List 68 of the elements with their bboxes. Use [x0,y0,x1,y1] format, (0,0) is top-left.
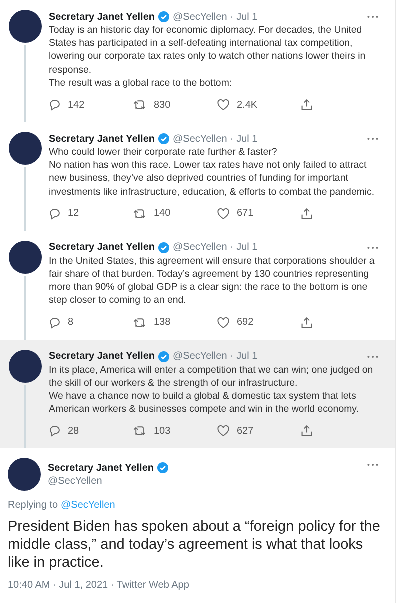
like-count: 671 [237,208,254,220]
tweet-date[interactable]: Jul 1 [236,351,258,362]
share-icon[interactable] [301,99,313,112]
tweet-text: Who could lower their corporate rate further & faster? [49,146,278,160]
author-name[interactable]: Secretary Janet Yellen [48,462,154,474]
separator-dot: · [230,134,234,145]
share-icon[interactable] [301,316,313,329]
heart-icon[interactable] [217,99,230,112]
separator-dot: · [230,242,234,254]
replying-to-link[interactable]: @SecYellen [61,500,116,512]
tweet-text: We have a chance now to build a global & domestic tax system that lets American workers & businesses compete and win in the world economy. [49,390,360,416]
more-options-icon[interactable] [367,246,379,250]
tweet-text: In the United States, this agreement will ensure that corporations shoulder a fair share of that burden. Today’s agreement by 130 countries representing more than 90% of global GDP is a clear sign: the race to the bottom is one step closer to coming to an end. [49,254,376,308]
reply-icon[interactable] [49,316,61,329]
retweet-icon[interactable] [133,99,147,112]
share-icon[interactable] [301,208,313,220]
tweet-text: The result was a global race to the bottom: [49,76,234,90]
tweet-timestamp[interactable]: 10:40 AM · Jul 1, 2021 · Twitter Web App [8,580,190,592]
retweet-icon[interactable] [133,208,147,220]
more-options-icon[interactable] [367,463,379,468]
avatar[interactable] [8,350,42,383]
separator-dot: · [230,351,234,362]
avatar[interactable] [8,132,42,166]
retweet-count: 138 [154,317,171,328]
avatar[interactable] [8,10,42,43]
retweet-count: 140 [154,208,171,220]
reply-icon[interactable] [49,99,61,112]
more-options-icon[interactable] [367,15,379,19]
reply-count: 28 [68,426,80,437]
retweet-icon[interactable] [133,425,147,438]
heart-icon[interactable] [217,316,230,329]
author-handle[interactable]: @SecYellen [173,134,228,145]
author-name[interactable]: Secretary Janet Yellen [49,351,155,362]
more-options-icon[interactable] [367,137,379,142]
like-count: 2.4K [237,100,258,111]
retweet-count: 830 [154,100,171,111]
reply-count: 12 [68,208,80,220]
author-handle[interactable]: @SecYellen [173,242,228,254]
reply-icon[interactable] [49,208,61,220]
avatar[interactable] [8,240,42,274]
retweet-count: 103 [154,426,171,437]
reply-icon[interactable] [49,425,61,438]
separator-dot: · [230,12,234,22]
tweet-date[interactable]: Jul 1 [236,12,258,22]
author-name[interactable]: Secretary Janet Yellen [49,242,155,254]
tweet-card[interactable] [0,340,395,448]
heart-icon[interactable] [217,425,230,438]
more-options-icon[interactable] [367,354,379,359]
tweet-text: Today is an historic day for economic diplomacy. For decades, the United States has participated in a self-defeating international tax competition, lowering our corporate tax rates only to watch other nations lower theirs in response. [49,24,367,77]
tweet-text: President Biden has spoken about a “foreign policy for the middle class,” and today’s agreement is what that looks like in practice. [8,518,382,572]
replying-label: Replying to [8,500,58,512]
author-name[interactable]: Secretary Janet Yellen [49,134,155,145]
like-count: 692 [237,317,254,328]
reply-count: 8 [68,317,74,328]
reply-count: 142 [68,100,85,111]
tweet-text: No nation has won this race. Lower tax rates have not only failed to attract new business, they’ve also deprived countries of funding for important investments like infrastructure, education, & efforts to combat the pandemic. [49,159,376,199]
share-icon[interactable] [301,425,313,438]
like-count: 627 [237,426,254,437]
retweet-icon[interactable] [133,316,147,329]
author-handle[interactable]: @SecYellen [173,12,228,22]
tweet-date[interactable]: Jul 1 [236,134,258,145]
heart-icon[interactable] [217,208,230,220]
tweet-date[interactable]: Jul 1 [236,242,258,254]
tweet-text: In its place, America will enter a competition that we can win; one judged on the skill of our workers & the strength of our infrastructure. [49,364,374,390]
avatar[interactable] [8,458,41,492]
author-handle[interactable]: @SecYellen [48,476,169,488]
author-handle[interactable]: @SecYellen [173,351,228,362]
author-name[interactable]: Secretary Janet Yellen [49,12,155,22]
